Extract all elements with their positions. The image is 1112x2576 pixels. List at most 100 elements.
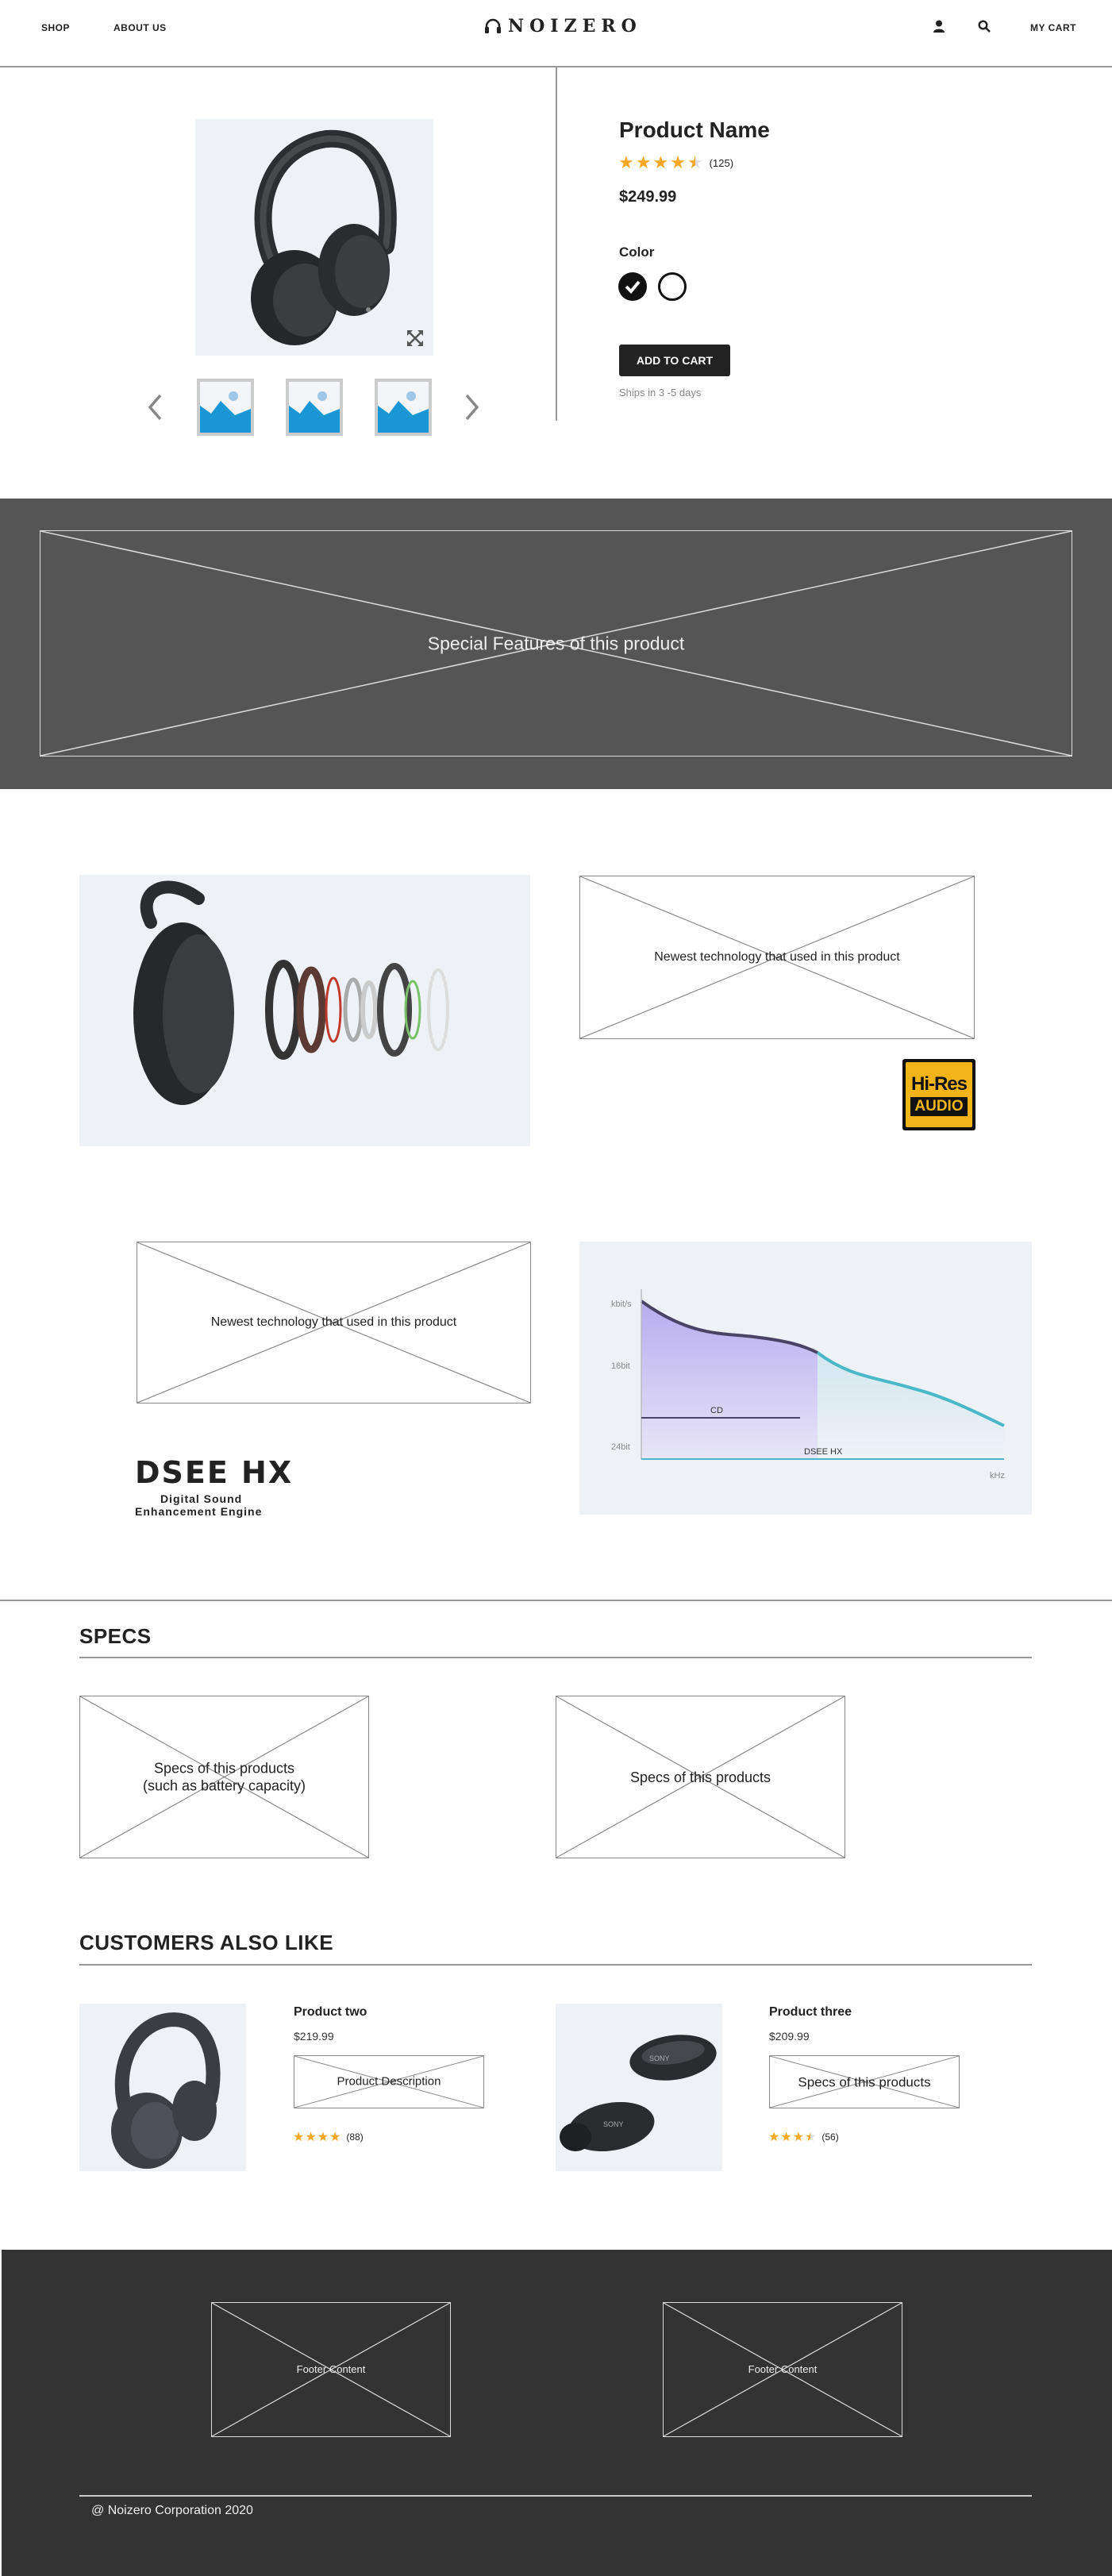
dsee-graph: kbit/s 16bit 24bit CD DSEE HX kHz [579, 1242, 1032, 1515]
star-icon: ★ [618, 152, 634, 172]
product-three-desc: Specs of this products [798, 2074, 931, 2089]
half-star-icon: ★ [687, 152, 703, 172]
driver-exploded-illustration [133, 880, 449, 1105]
main-product-image[interactable] [195, 119, 433, 356]
section-divider [0, 1600, 1112, 1601]
product-name: Product Name [619, 117, 770, 142]
specs-placeholder-1: Specs of this products (such as battery … [79, 1696, 369, 1858]
search-icon[interactable] [978, 20, 991, 33]
special-features-placeholder: Special Features of this product [40, 530, 1072, 757]
star-icon: ★ [293, 2131, 305, 2144]
shipping-info: Ships in 3 -5 days [619, 387, 702, 399]
product-two-price: $219.99 [294, 2030, 334, 2043]
star-icon: ★ [329, 2131, 341, 2144]
product-two-desc: Product Description [337, 2074, 441, 2089]
review-count[interactable]: (88) [346, 2131, 363, 2143]
product-two-image[interactable] [79, 2004, 246, 2171]
logo-text: NOIZERO [508, 16, 642, 37]
nav-about-us[interactable]: ABOUT US [114, 22, 167, 33]
chevron-left-icon[interactable] [148, 394, 162, 421]
star-icon: ★ [792, 2131, 805, 2144]
special-features-band: Special Features of this product [0, 499, 1112, 789]
footer: Footer Content Footer Content @ Noizero … [2, 2250, 1112, 2576]
star-icon: ★ [768, 2131, 780, 2144]
expand-icon[interactable] [405, 328, 425, 348]
my-cart-link[interactable]: MY CART [1030, 22, 1076, 33]
specs-placeholder-2: Specs of this products [556, 1696, 845, 1858]
star-icon: ★ [670, 152, 686, 172]
product-three-desc-placeholder: Specs of this products [769, 2055, 960, 2108]
dsee-sub1: Digital Sound [160, 1492, 243, 1505]
nav-shop[interactable]: SHOP [41, 22, 70, 33]
hi-res-audio-logo: Hi-Res AUDIO [902, 1059, 975, 1130]
graph-y-label-2: 16bit [611, 1361, 630, 1371]
customers-title: CUSTOMERS ALSO LIKE [79, 1931, 334, 1954]
dsee-sub2: Enhancement Engine [135, 1505, 263, 1518]
add-to-cart-button[interactable]: ADD TO CART [619, 345, 730, 376]
headphones-image [111, 2012, 221, 2169]
thumbnail-2[interactable] [286, 379, 343, 436]
specs-text-1: Specs of this products (such as battery … [142, 1760, 306, 1794]
image-placeholder-icon [200, 391, 251, 433]
user-icon[interactable] [933, 20, 945, 33]
footer-placeholder-2: Footer Content [663, 2302, 902, 2437]
tech-placeholder-2: Newest technology that used in this prod… [137, 1242, 531, 1404]
graph-x-label: kHz [990, 1471, 1005, 1481]
product-two-rating: ★ ★ ★ ★ (88) [293, 2129, 364, 2145]
footer-text-2: Footer Content [748, 2362, 818, 2375]
product-two-name[interactable]: Product two [294, 2005, 367, 2020]
image-placeholder-icon [378, 391, 429, 433]
star-icon: ★ [652, 152, 669, 172]
footer-text-1: Footer Content [296, 2362, 366, 2375]
product-two-desc-placeholder: Product Description [294, 2055, 484, 2108]
color-label: Color [619, 245, 655, 260]
product-three-image[interactable]: SONY SONY [556, 2004, 722, 2171]
dsee-hx-logo: DSEE HX Digital Sound Enhancement Engine [135, 1457, 293, 1518]
graph-dsee-label: DSEE HX [804, 1447, 843, 1457]
hires-bottom-text: AUDIO [910, 1097, 968, 1116]
graph-y-label-3: 24bit [611, 1442, 630, 1452]
review-count[interactable]: (56) [821, 2131, 838, 2143]
exploded-driver-image [79, 875, 530, 1146]
earbuds-image: SONY SONY [560, 2035, 717, 2152]
dsee-title: DSEE HX [135, 1455, 294, 1490]
star-icon: ★ [305, 2131, 317, 2144]
star-icon: ★ [635, 152, 652, 172]
graph-y-label-1: kbit/s [611, 1300, 632, 1309]
headphones-image [251, 129, 397, 345]
logo[interactable]: NOIZERO [484, 16, 642, 37]
product-price: $249.99 [619, 188, 677, 206]
copyright-text: @ Noizero Corporation 2020 [91, 2504, 253, 2517]
half-star-icon: ★ [805, 2131, 817, 2144]
footer-divider [79, 2495, 1032, 2497]
product-three-name[interactable]: Product three [769, 2005, 852, 2020]
color-swatch-white[interactable] [658, 272, 687, 301]
tech-text-1: Newest technology that used in this prod… [654, 950, 900, 964]
image-placeholder-icon [289, 391, 340, 433]
tech-placeholder-1: Newest technology that used in this prod… [579, 876, 975, 1039]
check-icon [625, 280, 641, 294]
product-divider [556, 67, 557, 421]
hires-top-text: Hi-Res [910, 1073, 968, 1095]
tech-text-2: Newest technology that used in this prod… [210, 1315, 457, 1329]
svg-text:SONY: SONY [603, 2120, 624, 2128]
special-features-text: Special Features of this product [427, 633, 685, 654]
color-swatch-black[interactable] [618, 272, 647, 301]
review-count[interactable]: (125) [710, 157, 733, 169]
thumbnail-3[interactable] [375, 379, 432, 436]
svg-text:SONY: SONY [649, 2054, 670, 2062]
star-icon: ★ [780, 2131, 792, 2144]
chevron-right-icon[interactable] [465, 394, 479, 421]
headphones-icon [485, 18, 501, 33]
footer-placeholder-1: Footer Content [211, 2302, 451, 2437]
specs-text-2: Specs of this products [629, 1769, 771, 1785]
star-icon: ★ [317, 2131, 329, 2144]
specs-title: SPECS [79, 1624, 152, 1648]
product-three-rating: ★ ★ ★ ★ (56) [768, 2129, 839, 2145]
specs-underline [79, 1657, 1032, 1658]
product-three-price: $209.99 [769, 2030, 810, 2043]
product-rating: ★ ★ ★ ★ ★ (125) [618, 152, 733, 173]
dsee-graph-svg: kbit/s 16bit 24bit CD DSEE HX kHz [611, 1289, 1005, 1481]
graph-cd-label: CD [710, 1406, 723, 1415]
thumbnail-1[interactable] [197, 379, 254, 436]
